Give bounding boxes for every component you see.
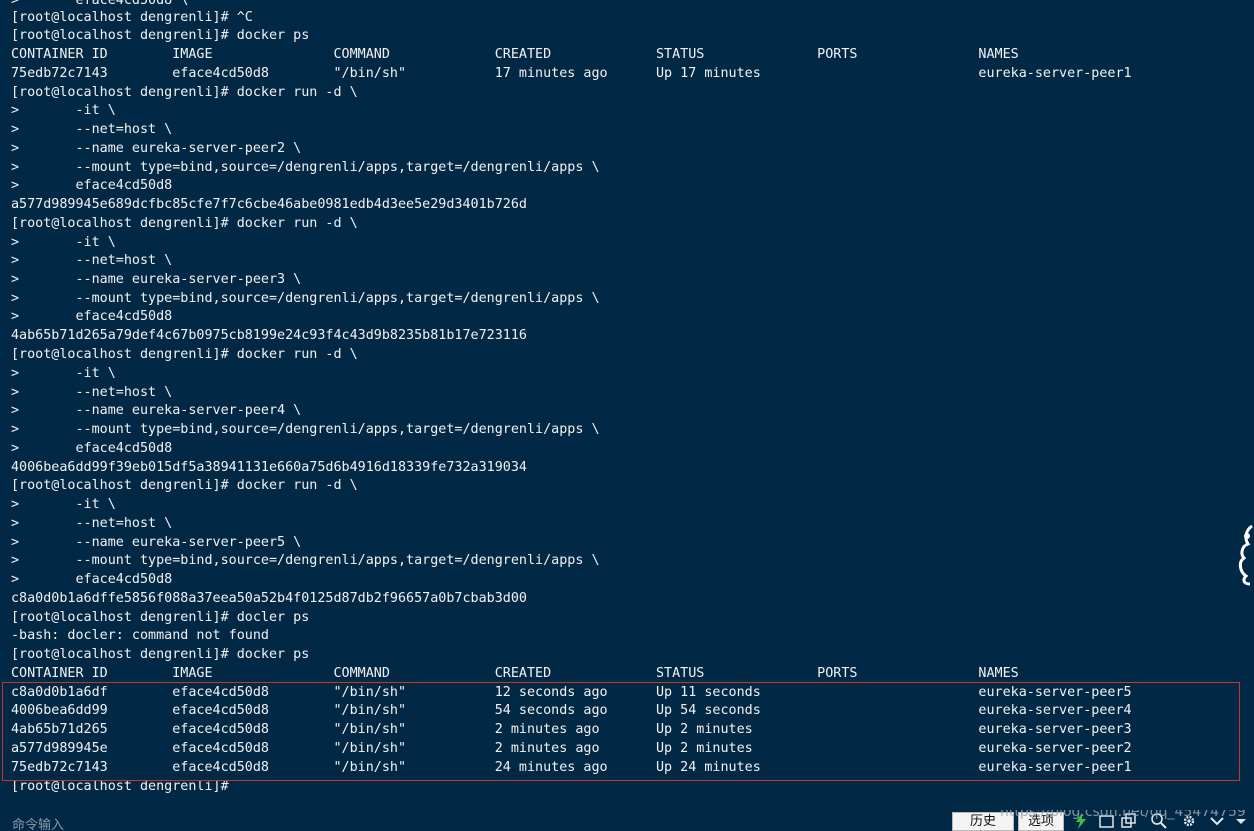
terminal-line: [root@localhost dengrenli]# ^C [11,10,253,25]
terminal-output[interactable]: > eface4cd50d8 \ [root@localhost dengren… [0,0,1254,810]
watermark: https://blog.csdn.net/qq_45474759 [1000,810,1246,820]
terminal-line: [root@localhost dengrenli]# docker run -… [11,478,358,493]
terminal-line: > --net=host \ [11,516,173,531]
terminal-line: > --mount type=bind,source=/dengrenli/ap… [11,291,600,306]
terminal-line: > -it \ [11,497,116,512]
terminal-line: CONTAINER ID IMAGE COMMAND CREATED STATU… [11,47,1019,62]
terminal-line: [root@localhost dengrenli]# docker ps [11,647,310,662]
terminal-line: 4ab65b71d265a79def4c67b0975cb8199e24c93f… [11,328,527,343]
terminal-line: > --mount type=bind,source=/dengrenli/ap… [11,160,600,175]
decorative-figure-icon [1238,524,1253,586]
terminal-line: c8a0d0b1a6df eface4cd50d8 "/bin/sh" 12 s… [11,685,1132,700]
terminal-line: 4ab65b71d265 eface4cd50d8 "/bin/sh" 2 mi… [11,722,1132,737]
terminal-line: > --net=host \ [11,253,173,268]
terminal-line: [root@localhost dengrenli]# docker run -… [11,216,358,231]
terminal-line: > eface4cd50d8 [11,309,173,324]
terminal-line: > -it \ [11,235,116,250]
terminal-line: [root@localhost dengrenli]# [11,779,229,794]
terminal-line: > -it \ [11,366,116,381]
terminal-line: > --name eureka-server-peer3 \ [11,272,302,287]
terminal-line: -bash: docler: command not found [11,628,269,643]
command-input-field[interactable]: 命令输入 [12,814,64,831]
terminal-line: 4006bea6dd99 eface4cd50d8 "/bin/sh" 54 s… [11,703,1132,718]
terminal-line: [root@localhost dengrenli]# docker run -… [11,347,358,362]
terminal-line: > --name eureka-server-peer2 \ [11,141,302,156]
terminal-line: [root@localhost dengrenli]# docler ps [11,610,310,625]
terminal-line: > --name eureka-server-peer4 \ [11,403,302,418]
terminal-line: > --net=host \ [11,122,173,137]
terminal-line: > --net=host \ [11,385,173,400]
terminal-line: > --mount type=bind,source=/dengrenli/ap… [11,553,600,568]
terminal-line: > --name eureka-server-peer5 \ [11,535,302,550]
terminal-line: a577d989945e eface4cd50d8 "/bin/sh" 2 mi… [11,741,1132,756]
terminal-line: > --mount type=bind,source=/dengrenli/ap… [11,422,600,437]
terminal-line: 4006bea6dd99f39eb015df5a38941131e660a75d… [11,460,527,475]
terminal-line: c8a0d0b1a6dffe5856f088a37eea50a52b4f0125… [11,591,527,606]
terminal-line: > eface4cd50d8 [11,572,173,587]
terminal-line: > -it \ [11,103,116,118]
terminal-line: 75edb72c7143 eface4cd50d8 "/bin/sh" 24 m… [11,760,1132,775]
terminal-line: [root@localhost dengrenli]# docker run -… [11,85,358,100]
terminal-line: [root@localhost dengrenli]# docker ps [11,28,310,43]
terminal-line: 75edb72c7143 eface4cd50d8 "/bin/sh" 17 m… [11,66,1132,81]
status-bar: 命令输入 历史 选项 https://blog.csdn.net/qq_4547… [0,810,1254,831]
terminal-line: > eface4cd50d8 [11,441,173,456]
terminal-line: a577d989945e689dcfbc85cfe7f7c6cbe46abe09… [11,197,527,212]
terminal-line: > eface4cd50d8 [11,178,173,193]
terminal-line: CONTAINER ID IMAGE COMMAND CREATED STATU… [11,666,1019,681]
